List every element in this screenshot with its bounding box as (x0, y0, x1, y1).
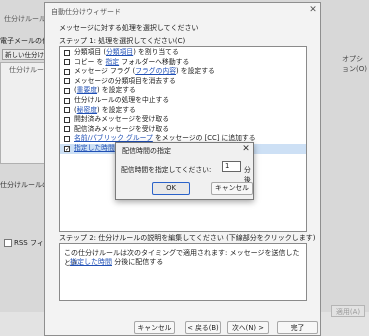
action-item[interactable]: 分類項目 (分類項目) を割り当てる (60, 48, 306, 58)
cancel-button[interactable]: キャンセル (134, 321, 175, 334)
action-item[interactable]: コピー を 指定 フォルダーへ移動する (60, 58, 306, 68)
action-item[interactable]: メッセージの分類項目を消去する (60, 77, 306, 87)
action-checkbox[interactable] (64, 97, 70, 104)
action-label: メッセージの分類項目を消去する (74, 76, 176, 85)
step1-label: ステップ 1: 処理を選択してください(C) (59, 37, 186, 45)
ok-button[interactable]: OK (152, 182, 190, 195)
action-checkbox[interactable] (64, 59, 70, 66)
wizard-prompt: メッセージに対する処理を選択してください (59, 24, 199, 32)
action-item[interactable]: 配信済みメッセージを受け取る (60, 125, 306, 135)
action-checkbox[interactable] (64, 126, 70, 133)
specified-time-link[interactable]: 指定した時間 (70, 258, 112, 266)
cancel-button[interactable]: キャンセル (211, 182, 253, 195)
delivery-minutes-input[interactable]: 1 (222, 161, 241, 172)
rss-checkbox[interactable] (4, 239, 12, 247)
action-item[interactable]: 仕分けルールの処理を中止する (60, 96, 306, 106)
action-label: (秘密度) を設定する (74, 105, 136, 114)
action-checkbox[interactable] (64, 135, 70, 142)
delivery-time-dialog: 配信時間の指定 ✕ 配信時間を指定してください: 1 分後 OK キャンセル (115, 142, 254, 200)
delivery-time-label: 配信時間を指定してください: (121, 166, 212, 174)
next-button[interactable]: 次へ(N) > (227, 321, 269, 334)
action-checkbox[interactable] (64, 49, 70, 56)
action-item[interactable]: 開封済みメッセージを受け取る (60, 115, 306, 125)
minutes-unit-label: 分後 (244, 166, 251, 184)
close-icon[interactable]: ✕ (307, 5, 319, 15)
rule-description-box: この仕分けルールは次のタイミングで適用されます: メッセージを送信したとき 指定… (59, 243, 307, 301)
action-checkbox[interactable] (64, 78, 70, 85)
wizard-title: 自動仕分けウィザード (51, 8, 121, 16)
actions-list[interactable]: 分類項目 (分類項目) を割り当てる コピー を 指定 フォルダーへ移動する メ… (59, 46, 307, 232)
finish-button[interactable]: 完了 (277, 321, 318, 334)
action-label: 配信済みメッセージを受け取る (74, 124, 170, 133)
options-button[interactable]: オプション(O) (342, 54, 369, 74)
action-item[interactable]: (重要度) を設定する (60, 86, 306, 96)
action-label: コピー を 指定 フォルダーへ移動する (74, 57, 190, 66)
action-checkbox[interactable] (64, 107, 70, 114)
action-label: 開封済みメッセージを受け取る (74, 115, 170, 124)
action-label: メッセージ フラグ (フラグの内容) を設定する (74, 67, 215, 76)
action-checkbox-checked[interactable]: ✓ (64, 145, 70, 152)
close-icon[interactable]: ✕ (240, 144, 252, 154)
action-checkbox[interactable] (64, 68, 70, 75)
description-action: 指定した時間 分後に配信する (70, 257, 163, 267)
action-label: 仕分けルールの処理を中止する (74, 96, 170, 104)
action-item[interactable]: (秘密度) を設定する (60, 106, 306, 116)
apply-button[interactable]: 適用(A) (331, 305, 365, 317)
action-checkbox[interactable] (64, 87, 70, 94)
action-label: (重要度) を設定する (74, 86, 136, 95)
action-item[interactable]: メッセージ フラグ (フラグの内容) を設定する (60, 67, 306, 77)
back-button[interactable]: < 戻る(B) (185, 321, 221, 334)
description-suffix: 分後に配信する (112, 258, 164, 266)
action-label: 分類項目 (分類項目) を割り当てる (74, 48, 179, 56)
dialog-title: 配信時間の指定 (122, 147, 171, 155)
action-checkbox[interactable] (64, 116, 70, 123)
